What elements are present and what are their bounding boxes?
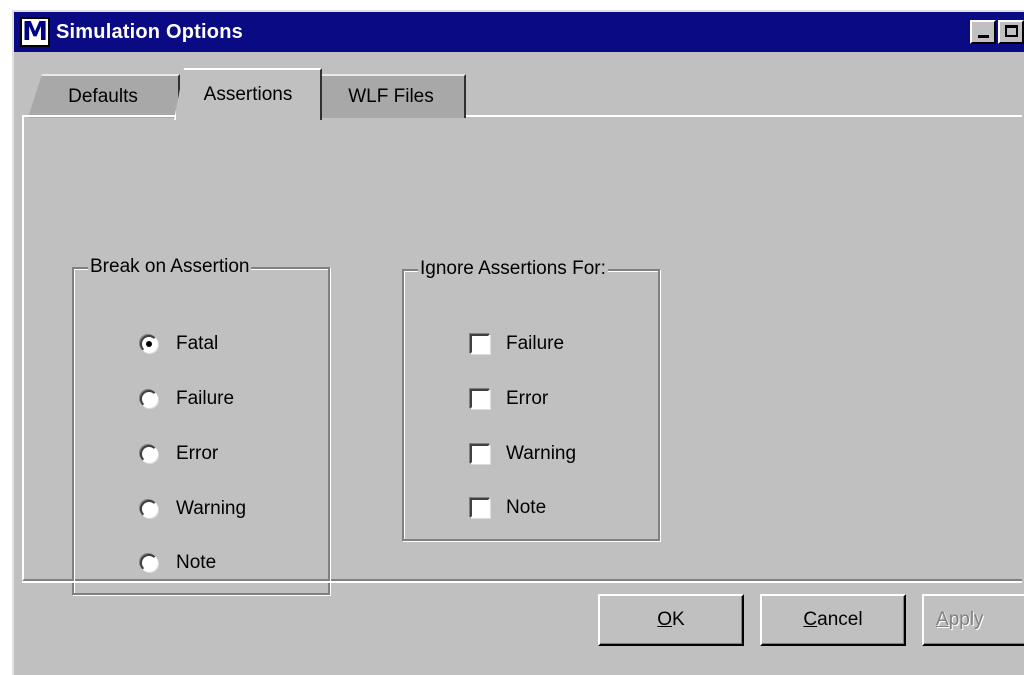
ignore-assertions-legend: Ignore Assertions For: bbox=[418, 258, 608, 280]
cancel-button[interactable]: Cancel bbox=[760, 594, 906, 646]
assertions-tab-panel: Break on Assertion Fatal Failure Error W… bbox=[22, 115, 1022, 595]
cancel-label-rest: ancel bbox=[817, 609, 863, 630]
apply-mnemonic: A bbox=[936, 609, 949, 630]
radio-label-warning: Warning bbox=[176, 498, 247, 519]
tab-defaults[interactable]: Defaults bbox=[28, 74, 180, 118]
ok-button[interactable]: OK bbox=[598, 594, 744, 646]
maximize-button[interactable] bbox=[998, 20, 1024, 44]
radio-button-note[interactable] bbox=[140, 554, 158, 572]
checkbox-note[interactable] bbox=[470, 498, 490, 518]
radio-button-warning[interactable] bbox=[140, 500, 158, 518]
radio-button-failure[interactable] bbox=[140, 390, 158, 408]
radio-option-failure[interactable]: Failure bbox=[140, 386, 234, 412]
apply-button[interactable]: Apply bbox=[922, 594, 1024, 646]
radio-label-fatal: Fatal bbox=[176, 333, 219, 354]
radio-option-fatal[interactable]: Fatal bbox=[140, 331, 218, 357]
checkbox-option-error[interactable]: Error bbox=[470, 386, 548, 412]
radio-option-error[interactable]: Error bbox=[140, 441, 218, 467]
checkbox-label-failure: Failure bbox=[506, 333, 565, 354]
app-logo-icon[interactable]: M bbox=[20, 17, 50, 47]
checkbox-warning[interactable] bbox=[470, 444, 490, 464]
radio-label-failure: Failure bbox=[176, 388, 235, 409]
ok-label-rest: K bbox=[672, 609, 685, 630]
checkbox-label-error: Error bbox=[506, 388, 549, 409]
title-bar[interactable]: M Simulation Options bbox=[14, 12, 1024, 52]
minimize-icon bbox=[978, 35, 989, 38]
tab-wlf-files[interactable]: WLF Files bbox=[318, 74, 466, 118]
radio-label-note: Note bbox=[176, 552, 217, 573]
checkbox-failure[interactable] bbox=[470, 334, 490, 354]
checkbox-option-warning[interactable]: Warning bbox=[470, 441, 576, 467]
radio-option-note[interactable]: Note bbox=[140, 550, 216, 576]
checkbox-label-note: Note bbox=[506, 497, 547, 518]
window-controls bbox=[970, 20, 1024, 44]
panel-divider bbox=[22, 581, 1022, 583]
checkbox-error[interactable] bbox=[470, 389, 490, 409]
radio-button-error[interactable] bbox=[140, 445, 158, 463]
maximize-icon bbox=[1005, 25, 1018, 37]
radio-label-error: Error bbox=[176, 443, 219, 464]
tab-assertions[interactable]: Assertions bbox=[174, 68, 322, 120]
cancel-mnemonic: C bbox=[803, 609, 818, 630]
apply-label-rest: pply bbox=[948, 609, 984, 630]
radio-button-fatal[interactable] bbox=[140, 335, 158, 353]
checkbox-label-warning: Warning bbox=[506, 443, 577, 464]
window-title: Simulation Options bbox=[56, 20, 243, 43]
break-on-assertion-legend: Break on Assertion bbox=[88, 256, 252, 278]
radio-option-warning[interactable]: Warning bbox=[140, 496, 246, 522]
minimize-button[interactable] bbox=[970, 20, 996, 44]
ignore-assertions-group: Ignore Assertions For: Failure Error War… bbox=[402, 258, 660, 541]
break-on-assertion-group: Break on Assertion Fatal Failure Error W… bbox=[72, 256, 330, 595]
checkbox-option-note[interactable]: Note bbox=[470, 495, 546, 521]
ok-mnemonic: O bbox=[657, 609, 673, 630]
checkbox-option-failure[interactable]: Failure bbox=[470, 331, 564, 357]
